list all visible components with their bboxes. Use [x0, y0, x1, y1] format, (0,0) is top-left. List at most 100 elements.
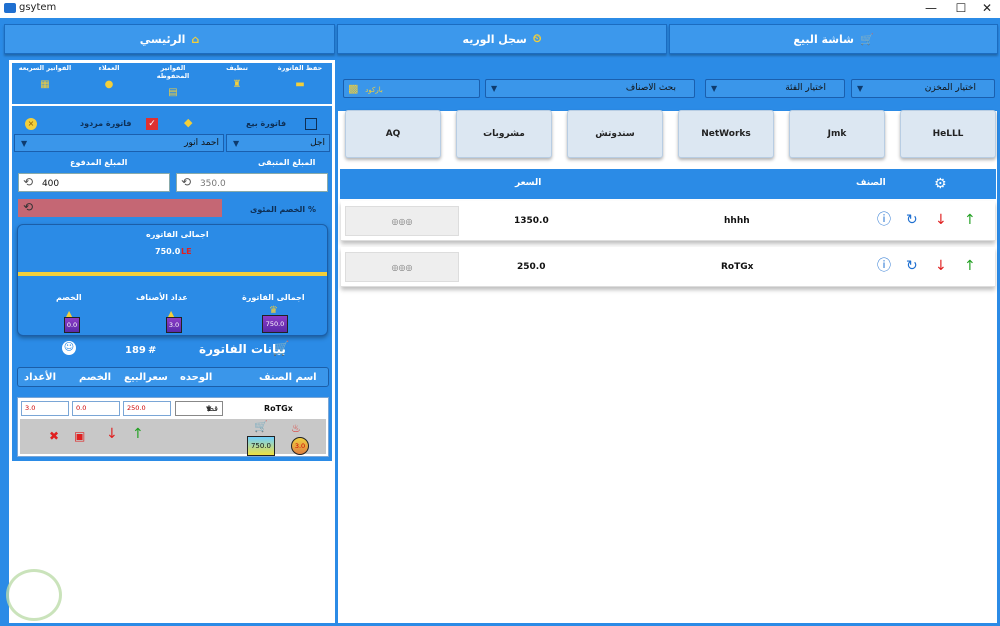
divider	[18, 272, 327, 276]
home-icon: ⌂	[191, 32, 200, 46]
history-icon: ⏲	[532, 32, 542, 45]
grid-column-item: الصنف	[856, 178, 886, 188]
cart-icon: 🛒	[254, 420, 268, 433]
currency-label: LE	[181, 247, 192, 256]
refresh-icon: ⟲	[23, 175, 34, 189]
save-icon: ▬	[295, 79, 305, 90]
sale-invoice-checkbox[interactable]	[305, 118, 317, 130]
sale-invoice-label: فاتورة بيع	[246, 119, 287, 128]
invoice-number: 189	[125, 345, 146, 356]
info-icon[interactable]: ⓘ	[877, 258, 891, 274]
column-item-name: اسم الصنف	[259, 372, 317, 383]
delete-icon[interactable]: ✖	[49, 429, 59, 443]
category-button[interactable]: Jmk	[789, 110, 885, 158]
quick-invoices-button[interactable]: الفواتير السريعه ▦	[17, 64, 73, 100]
category-select-value: اختيار الفئة	[785, 83, 826, 93]
discount-input[interactable]: 0.0	[72, 401, 120, 416]
item-image: ◎◎◎	[345, 206, 459, 236]
tab-label: سجل الوريه	[462, 32, 527, 46]
clean-button[interactable]: تنظيف ♜	[209, 64, 265, 100]
chevron-down-icon: ▼	[206, 405, 212, 413]
refresh-icon[interactable]: ↻	[906, 212, 918, 228]
line-total-badge: 750.0	[247, 436, 275, 456]
customer-select[interactable]: ▼ احمد انور	[14, 134, 224, 152]
payment-type-select[interactable]: ▼ اجل	[226, 134, 330, 152]
close-button[interactable]: ✕	[972, 0, 1000, 18]
table-row[interactable]: ◎◎◎ 1350.0 hhhh ⓘ ↻ ↓ ↑	[341, 201, 995, 241]
stat-label: اجمالى الفاتورة	[242, 293, 305, 302]
item-image: ◎◎◎	[345, 252, 459, 282]
remaining-amount-field[interactable]: ⟲ 350.0	[176, 173, 328, 192]
search-items-value: بحث الاصناف	[625, 83, 676, 93]
return-invoice-checkbox[interactable]: ✓	[146, 118, 158, 130]
arrow-down-icon[interactable]: ↓	[106, 426, 118, 442]
tool-label: العملاء	[98, 64, 120, 72]
column-discount: الخصم	[79, 372, 112, 383]
item-name: RoTGx	[721, 262, 754, 272]
info-icon[interactable]: ⓘ	[877, 212, 891, 228]
chevron-down-icon: ▼	[21, 139, 28, 148]
sale-price-input[interactable]: 250.0	[123, 401, 171, 416]
tab-home[interactable]: الرئيسي ⌂	[4, 24, 335, 54]
search-items-select[interactable]: ▼ بحث الاصناف	[485, 79, 695, 98]
divider	[12, 104, 332, 106]
invoice-data-title: بيانات الفاتورة	[199, 342, 286, 356]
save-invoice-button[interactable]: حفظ الفاتورة ▬	[272, 64, 328, 100]
title-bar	[0, 0, 1000, 18]
customer-value: احمد انور	[184, 138, 219, 148]
customers-button[interactable]: العملاء ●	[81, 64, 137, 100]
category-select[interactable]: ▼ اختيار الفئة	[705, 79, 845, 98]
category-button[interactable]: سندوتش	[567, 110, 663, 158]
payment-type-value: اجل	[310, 138, 325, 148]
discount-percent-field[interactable]: ⟲	[18, 199, 222, 217]
tool-label: الفواتير السريعه	[18, 64, 72, 72]
minimize-button[interactable]: —	[916, 0, 946, 18]
table-row[interactable]: ◎◎◎ 250.0 RoTGx ⓘ ↻ ↓ ↑	[341, 247, 995, 287]
saved-invoices-button[interactable]: الفواتير المحفوظه ▤	[145, 64, 201, 100]
emoji-icon[interactable]: ☺	[62, 341, 76, 355]
arrow-up-icon[interactable]: ↑	[964, 212, 976, 228]
tag-icon: ◆	[184, 116, 193, 129]
barcode-input[interactable]: ▩ باركود	[343, 79, 480, 98]
category-button[interactable]: مشروبات	[456, 110, 552, 158]
tab-label: شاشة البيع	[793, 32, 854, 46]
grid-column-price: السعر	[515, 178, 542, 188]
paid-label: المبلغ المدفوع	[70, 158, 128, 167]
item-price: 250.0	[517, 262, 546, 272]
tab-shift-log[interactable]: سجل الوريه ⏲	[337, 24, 667, 54]
close-circle-icon[interactable]: ×	[25, 118, 37, 130]
chevron-down-icon: ▼	[711, 84, 718, 93]
discount-badge: 0.0	[64, 317, 80, 333]
tab-sales-screen[interactable]: شاشة البيع 🛒	[669, 24, 998, 54]
paid-amount-value: 400	[41, 179, 60, 189]
arrow-down-icon[interactable]: ↓	[935, 212, 947, 228]
watermark-logo	[6, 569, 62, 621]
category-button[interactable]: HeLLL	[900, 110, 996, 158]
item-name: hhhh	[724, 216, 750, 226]
category-button[interactable]: NetWorks	[678, 110, 774, 158]
chevron-down-icon: ▼	[857, 84, 864, 93]
app-icon	[4, 3, 16, 13]
unit-select[interactable]: ▼ قط	[175, 401, 223, 416]
chevron-down-icon: ▼	[233, 139, 240, 148]
barcode-label: باركود	[365, 86, 383, 94]
grid-icon: ▦	[40, 79, 50, 90]
gear-icon[interactable]: ⚙	[934, 176, 947, 192]
category-button[interactable]: AQ	[345, 110, 441, 158]
return-invoice-label: فاتورة مردود	[80, 119, 132, 128]
tool-label: تنظيف	[226, 64, 248, 72]
items-count-badge: 3.0	[166, 317, 182, 333]
user-icon: ●	[104, 79, 114, 90]
arrow-down-icon[interactable]: ↓	[935, 258, 947, 274]
arrow-up-icon[interactable]: ↑	[964, 258, 976, 274]
store-select[interactable]: ▼ اختيار المخزن	[851, 79, 995, 98]
save-icon[interactable]: ▣	[74, 429, 85, 443]
arrow-up-icon[interactable]: ↑	[132, 426, 144, 442]
quantity-input[interactable]: 3.0	[21, 401, 69, 416]
paid-amount-field[interactable]: ⟲ 400	[18, 173, 170, 192]
invoice-item-name: RoTGx	[264, 404, 293, 413]
remaining-label: المبلغ المتبقى	[258, 158, 316, 167]
invoice-summary-card: اجمالى الفاتوره 750.0 LE اجمالى الفاتورة…	[17, 224, 328, 336]
refresh-icon[interactable]: ↻	[906, 258, 918, 274]
stat-label: عداد الأصناف	[136, 293, 188, 302]
